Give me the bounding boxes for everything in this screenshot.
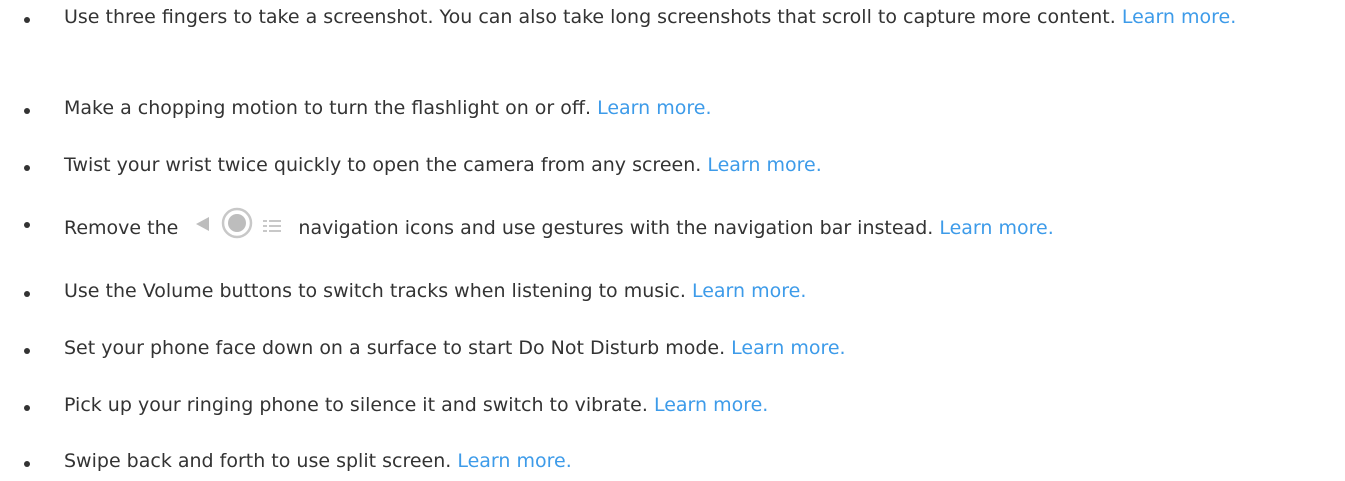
learn-more-link[interactable]: Learn more. [731,337,845,359]
list-item: Remove the navigation icons and use gest… [0,207,1345,248]
learn-more-link[interactable]: Learn more. [1122,6,1236,28]
list-item: Twist your wrist twice quickly to open t… [0,152,1345,178]
bullet-icon [24,291,30,297]
back-arrow-icon [193,214,211,240]
learn-more-link[interactable]: Learn more. [597,97,711,119]
learn-more-link[interactable]: Learn more. [654,394,768,416]
navigation-icons [188,207,286,246]
recents-icon [263,214,282,240]
tip-text: Use the Volume buttons to switch tracks … [64,280,686,302]
tip-text: navigation icons and use gestures with t… [298,217,934,239]
bullet-icon [24,222,30,228]
list-item: Use the Volume buttons to switch tracks … [0,278,1345,304]
home-circle-icon [221,207,253,246]
tip-text: Twist your wrist twice quickly to open t… [64,154,702,176]
bullet-icon [24,165,30,171]
list-item: Set your phone face down on a surface to… [0,335,1345,361]
list-item: Pick up your ringing phone to silence it… [0,392,1345,418]
learn-more-link[interactable]: Learn more. [692,280,806,302]
learn-more-link[interactable]: Learn more. [707,154,821,176]
tip-text: Remove the [64,217,179,239]
bullet-icon [24,108,30,114]
tip-text: Make a chopping motion to turn the flash… [64,97,592,119]
bullet-icon [24,17,30,23]
tip-text: Use three fingers to take a screenshot. … [64,6,1116,28]
tip-text: Pick up your ringing phone to silence it… [64,394,648,416]
bullet-icon [24,405,30,411]
bullet-icon [24,348,30,354]
list-item: Swipe back and forth to use split screen… [0,448,1345,474]
list-item: Make a chopping motion to turn the flash… [0,95,1345,121]
learn-more-link[interactable]: Learn more. [939,217,1053,239]
list-item: Use three fingers to take a screenshot. … [0,4,1345,30]
bullet-icon [24,461,30,467]
tip-text: Set your phone face down on a surface to… [64,337,726,359]
tip-text: Swipe back and forth to use split screen… [64,450,452,472]
learn-more-link[interactable]: Learn more. [457,450,571,472]
